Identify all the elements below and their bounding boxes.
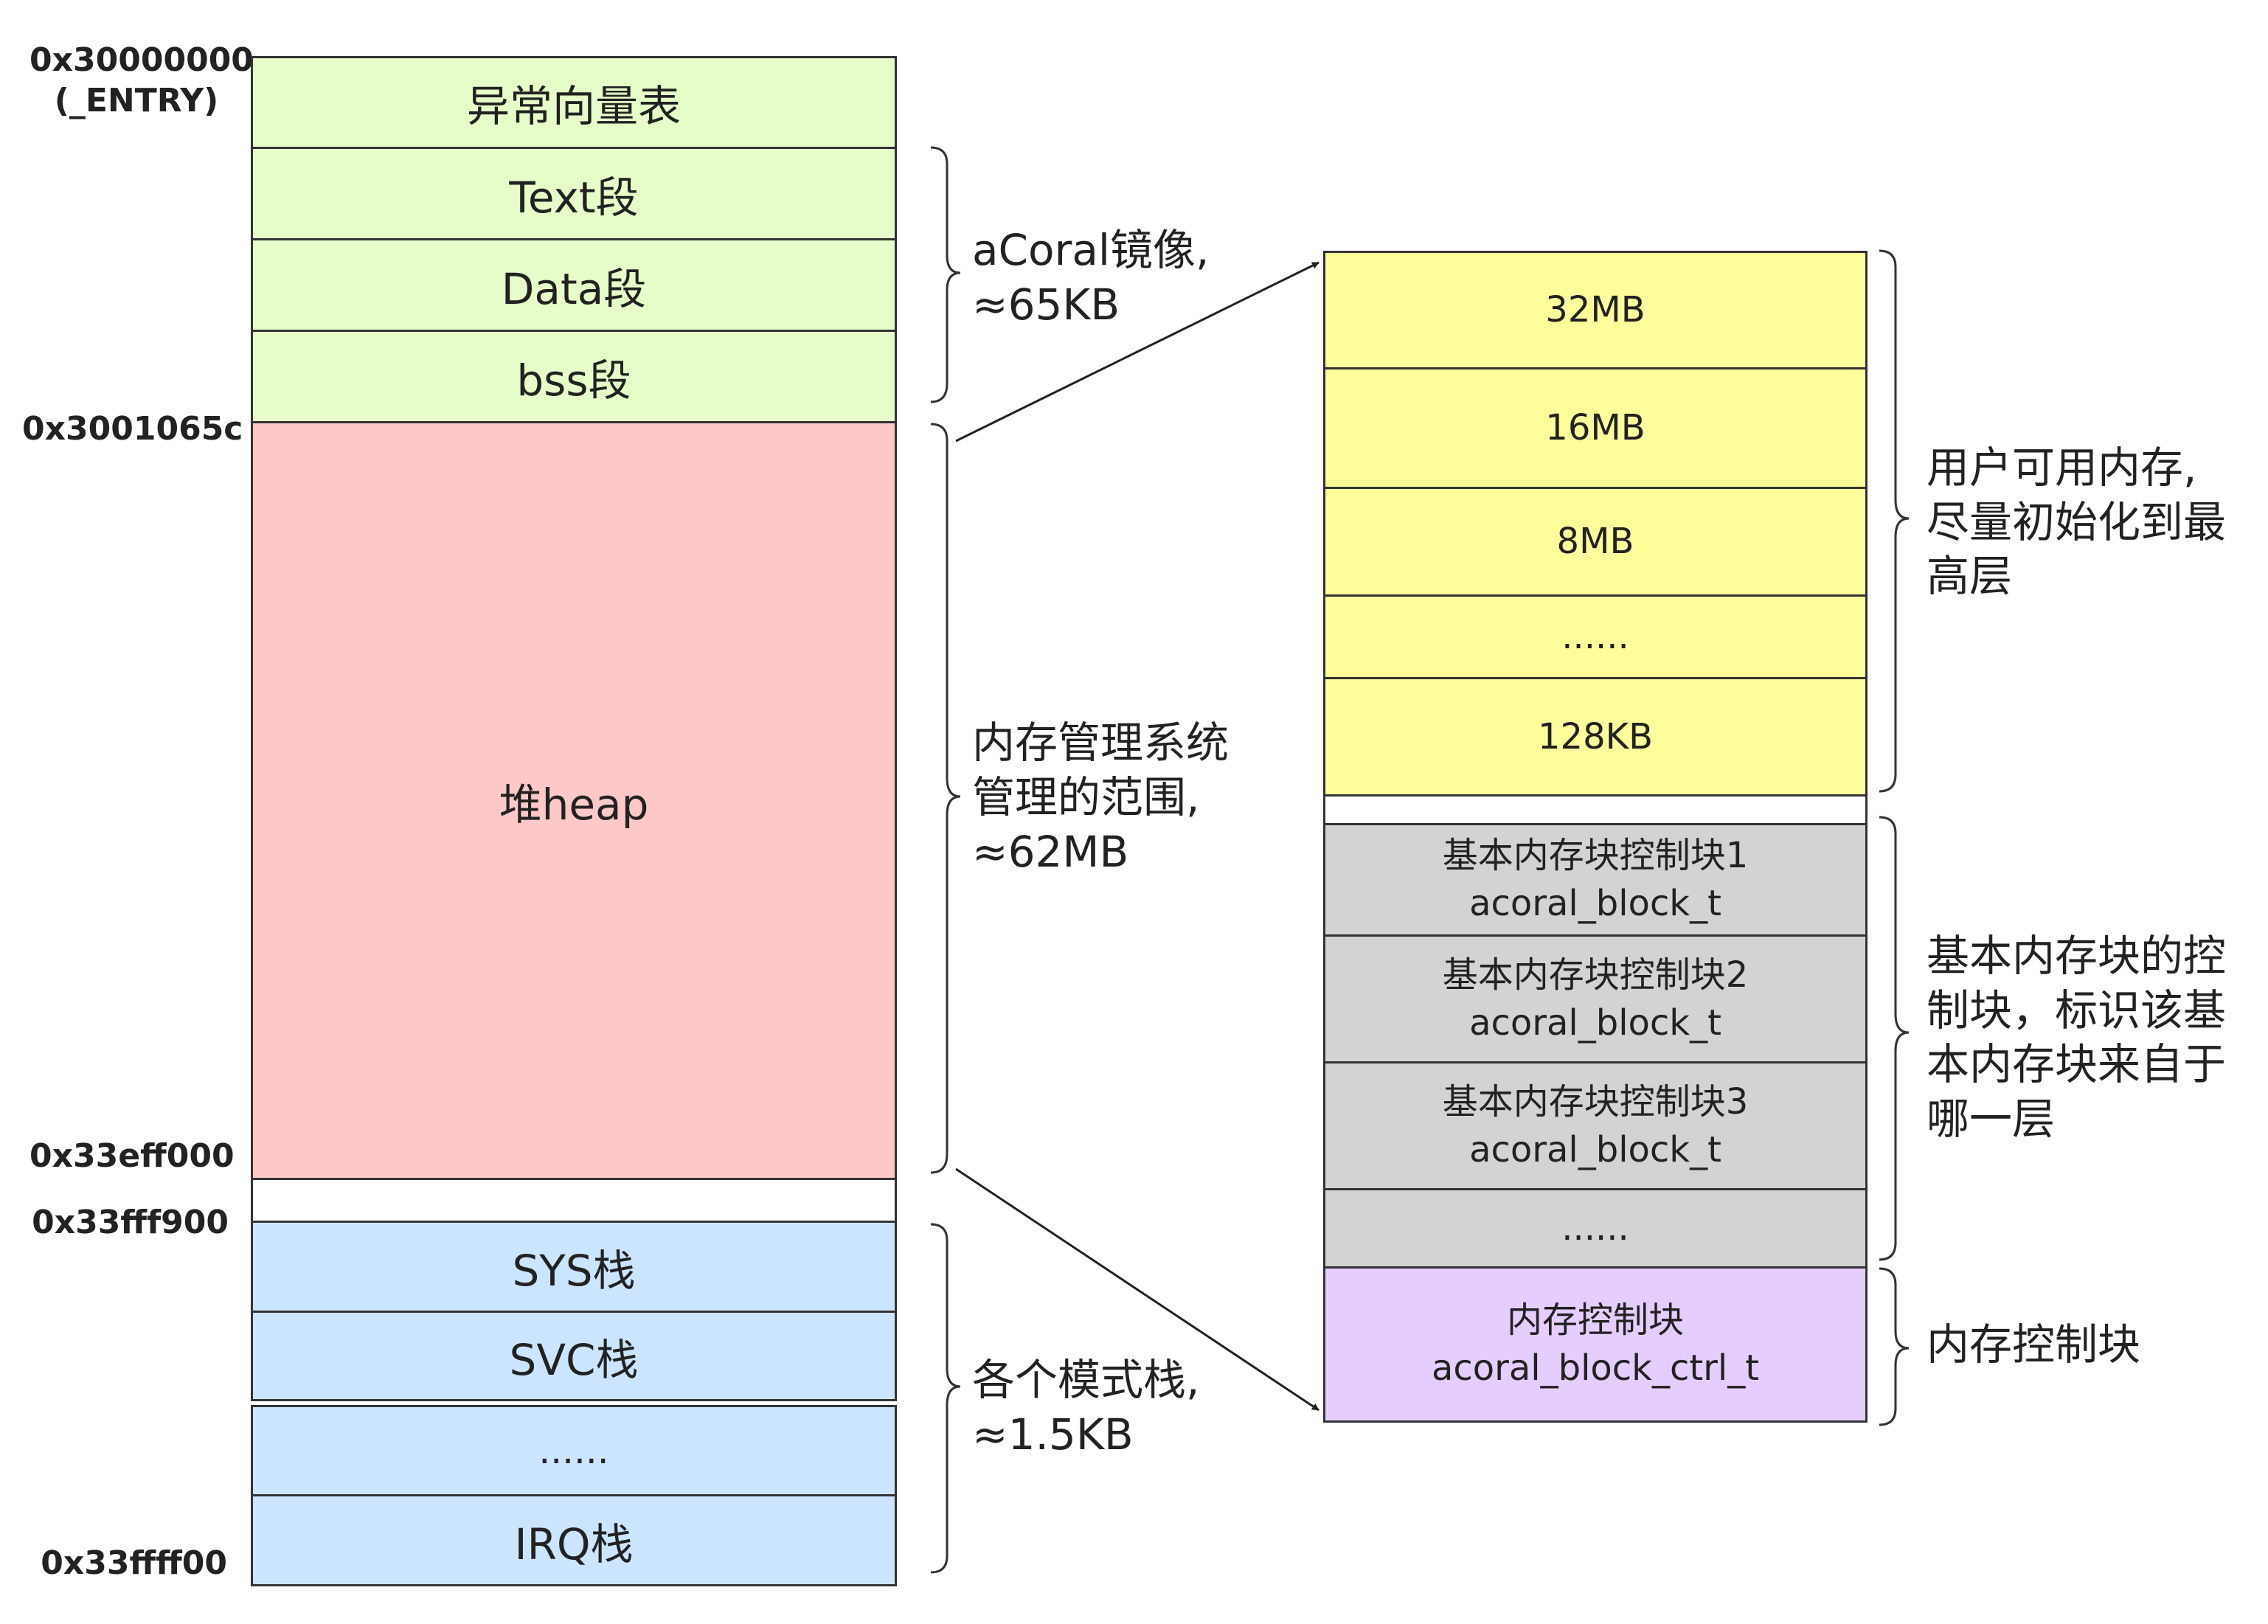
arrow-heap-to-memctrl bbox=[955, 1167, 1319, 1412]
connectors bbox=[930, 146, 1910, 1574]
brace-heap bbox=[930, 423, 961, 1174]
brace-stacks bbox=[930, 1223, 961, 1574]
brace-memory-control bbox=[1879, 1267, 1910, 1426]
brace-block-control bbox=[1879, 816, 1910, 1261]
arrow-heap-to-levels bbox=[955, 261, 1319, 443]
brace-user-memory bbox=[1879, 249, 1910, 793]
brace-image bbox=[930, 146, 961, 403]
